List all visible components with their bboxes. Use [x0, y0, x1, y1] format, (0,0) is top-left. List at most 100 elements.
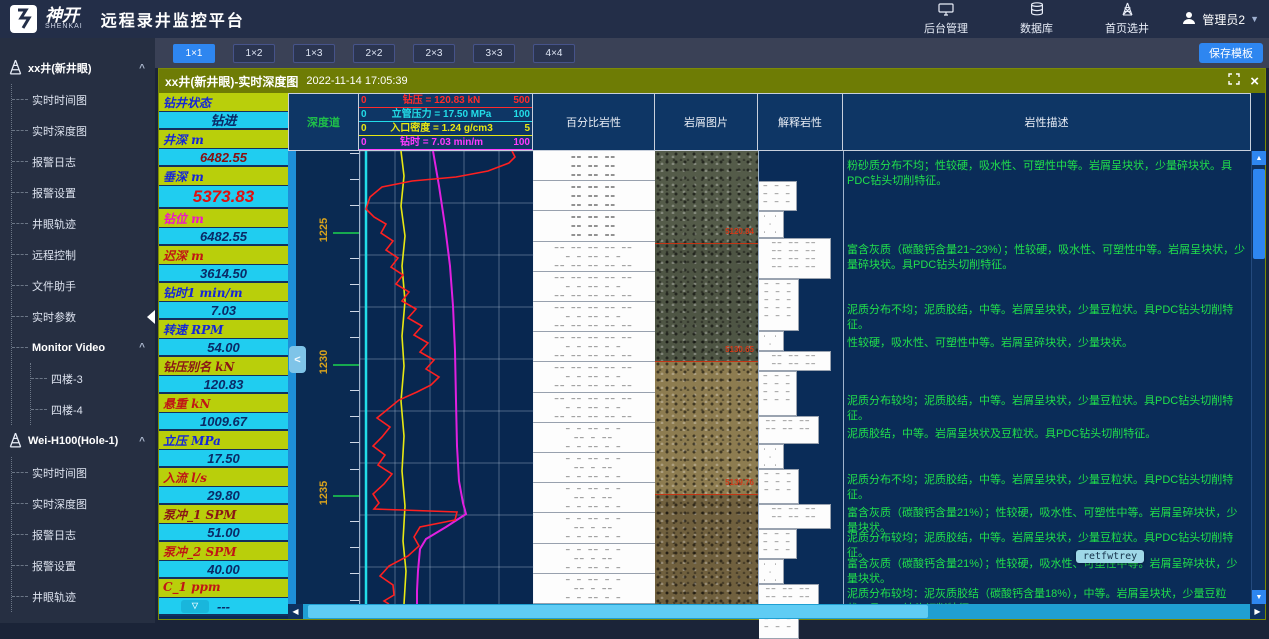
lithology-description: 性较硬，吸水性、可塑性中等。岩屑呈碎块状，少量块状。 [847, 336, 1248, 351]
legend-row: 0入口密度 = 1.24 g/cm35 [359, 122, 532, 136]
tree-item[interactable]: 远程控制 [12, 239, 155, 270]
fullscreen-icon[interactable] [1228, 72, 1240, 90]
collapse-caret-icon[interactable]: ^ [139, 342, 145, 353]
interpreted-lithology-block: · · ·· · · [759, 444, 784, 469]
vertical-scroll-thumb[interactable] [1253, 169, 1265, 259]
interpreted-lithology-block: ─ ─ ── ─ ── ─ ── ─ ─ [759, 371, 797, 416]
nav-database[interactable]: 数据库 [1020, 2, 1053, 36]
param-label: 迟深 m [159, 246, 288, 265]
interpreted-lithology-block: ─ ─ ── ─ ── ─ ─ [759, 469, 799, 504]
vertical-scrollbar[interactable]: ▲ ▼ [1251, 151, 1265, 604]
tree-item[interactable]: 文件助手 [12, 270, 155, 301]
interpreted-lithology-block: ── ── ──── ── ──── ── ──── ── ── [759, 238, 831, 279]
param-label: 转速 RPM [159, 320, 288, 339]
tree-item[interactable]: 井眼轨迹 [12, 208, 155, 239]
depth-tick [350, 442, 359, 443]
nav-well-select[interactable]: 首页选井 [1105, 2, 1149, 36]
top-navbar: 神开 SHENKAI 远程录井监控平台 后台管理 数据库 首页选井 管理员 [0, 0, 1269, 38]
tree-item-label: 实时深度图 [32, 496, 87, 512]
layout-button-1x3[interactable]: 1×3 [293, 44, 335, 63]
group-name: Monitor Video [32, 342, 105, 354]
depth-tick [350, 416, 359, 417]
depth-tick [350, 390, 359, 391]
collapse-caret-icon[interactable]: ^ [139, 63, 145, 74]
lithology-description: 泥质胶结，中等。岩屑呈块状及豆粒状。具PDC钻头切削特征。 [847, 427, 1248, 442]
layout-button-1x2[interactable]: 1×2 [233, 44, 275, 63]
tree-item[interactable]: 实时时间图 [12, 457, 155, 488]
layout-button-1x1[interactable]: 1×1 [173, 44, 215, 63]
sidebar-tree: xx井(新井眼)^实时时间图实时深度图报警日志报警设置井眼轨迹远程控制文件助手实… [0, 38, 155, 623]
legend-row: 0立管压力 = 17.50 MPa100 [359, 108, 532, 122]
tree-item[interactable]: 报警设置 [12, 177, 155, 208]
lithology-percent-row: ── ── ── ── ─── ─ ── ─ ─── ── ── ── ── [533, 332, 655, 362]
tree-item-label: 实时参数 [32, 309, 76, 325]
param-value: 51.00 [159, 524, 288, 542]
param-label: 立压 MPa [159, 431, 288, 450]
user-name: 管理员2 [1202, 11, 1245, 28]
lithology-percent-row: ══ ══ ════ ══ ════ ══ ══ [533, 211, 655, 241]
user-menu[interactable]: 管理员2 ▼ [1181, 0, 1259, 38]
save-template-button[interactable]: 保存模板 [1199, 43, 1263, 63]
interpreted-lithology-column: ─ ─ ── ─ ── ─ ─· · ·· · ·── ── ──── ── ─… [758, 151, 843, 604]
lithology-description: 富含灰质（碳酸钙含量21%）；性较硬，吸水性、可塑性中等。岩屑呈碎块状，少量块状… [847, 557, 1248, 587]
panel-splitter[interactable] [288, 151, 296, 604]
scroll-right-icon[interactable]: ▶ [1250, 604, 1265, 619]
sidebar-collapse-handle[interactable] [147, 310, 155, 324]
interpreted-lithology-block: ─ ─ ── ─ ── ─ ─ [759, 529, 797, 559]
column-header-0: 百分比岩性 [533, 93, 655, 151]
scroll-down-icon[interactable]: ▼ [1252, 590, 1266, 604]
tree-item-label: 实时时间图 [32, 92, 87, 108]
legend-max: 100 [504, 136, 530, 149]
depth-tick [350, 600, 359, 601]
lithology-percent-row: ─ ─ ── ─ ─── ─ ─── ─ ── ─ ─ [533, 544, 655, 574]
tree-item[interactable]: 井眼轨迹 [12, 581, 155, 612]
column-header-1: 岩屑图片 [655, 93, 758, 151]
layout-button-3x3[interactable]: 3×3 [473, 44, 515, 63]
tree-item[interactable]: 报警日志 [12, 519, 155, 550]
photo-depth-line [655, 243, 758, 244]
tree-item[interactable]: 四楼-3 [31, 363, 155, 394]
column-header-3: 岩性描述 [843, 93, 1251, 151]
collapse-caret-icon[interactable]: ^ [139, 436, 145, 447]
depth-track-header: 深度道 [288, 93, 359, 151]
legend-min: 0 [361, 122, 379, 135]
tree-well[interactable]: xx井(新井眼)^ [0, 52, 155, 84]
scroll-left-icon[interactable]: ◀ [288, 604, 303, 619]
interpreted-lithology-block: ─ ─ ── ─ ── ─ ─ [759, 181, 797, 211]
depth-tick [350, 153, 359, 154]
layout-button-2x2[interactable]: 2×2 [353, 44, 395, 63]
tree-item[interactable]: 实时深度图 [12, 115, 155, 146]
nav-backend-management[interactable]: 后台管理 [924, 3, 968, 36]
depth-label: 1230 [318, 350, 330, 374]
horizontal-scroll-thumb[interactable] [308, 605, 928, 618]
layout-button-4x4[interactable]: 4×4 [533, 44, 575, 63]
tree-well[interactable]: Wei-H100(Hole-1)^ [0, 425, 155, 457]
tree-item[interactable]: 报警日志 [12, 146, 155, 177]
depth-tick-major [333, 232, 359, 234]
layout-button-2x3[interactable]: 2×3 [413, 44, 455, 63]
close-icon[interactable]: × [1250, 74, 1259, 89]
tree-item[interactable]: 实时参数 [12, 301, 155, 332]
horizontal-scrollbar[interactable]: ◀ ▶ [288, 604, 1265, 619]
tree-children: 四楼-3四楼-4 [30, 363, 155, 425]
param-value: 29.80 [159, 487, 288, 505]
tree-item-label: 报警日志 [32, 154, 76, 170]
depth-tick-major [333, 364, 359, 366]
tree-item[interactable]: 实时深度图 [12, 488, 155, 519]
tree-item[interactable]: 四楼-4 [31, 394, 155, 425]
window-titlebar[interactable]: xx井(新井眼)-实时深度图 2022-11-14 17:05:39 × [159, 69, 1265, 93]
param-dropdown-icon[interactable]: ▽ [181, 600, 209, 613]
tree-item[interactable]: 实时时间图 [12, 84, 155, 115]
layout-toolbar: 1×1 1×2 1×3 2×2 2×3 3×3 4×4 保存模板 [155, 38, 1269, 68]
nav-menu: 后台管理 数据库 首页选井 [924, 0, 1149, 38]
tree-item[interactable]: 报警设置 [12, 550, 155, 581]
interpreted-lithology-block: ── ── ──── ── ── [759, 504, 831, 529]
lithology-percent-row: ─ ─ ── ─ ─── ─ ─── ─ ── ─ ─ [533, 574, 655, 604]
legend-text: 入口密度 = 1.24 g/cm3 [379, 122, 504, 135]
tree-group[interactable]: Monitor Video ^ [12, 332, 155, 363]
collapse-params-button[interactable]: < [289, 346, 306, 373]
photo-depth-annotation: 5130.65 [725, 345, 754, 354]
param-value: 17.50 [159, 450, 288, 468]
scroll-up-icon[interactable]: ▲ [1252, 151, 1266, 165]
tree-item-label: 文件助手 [32, 278, 76, 294]
